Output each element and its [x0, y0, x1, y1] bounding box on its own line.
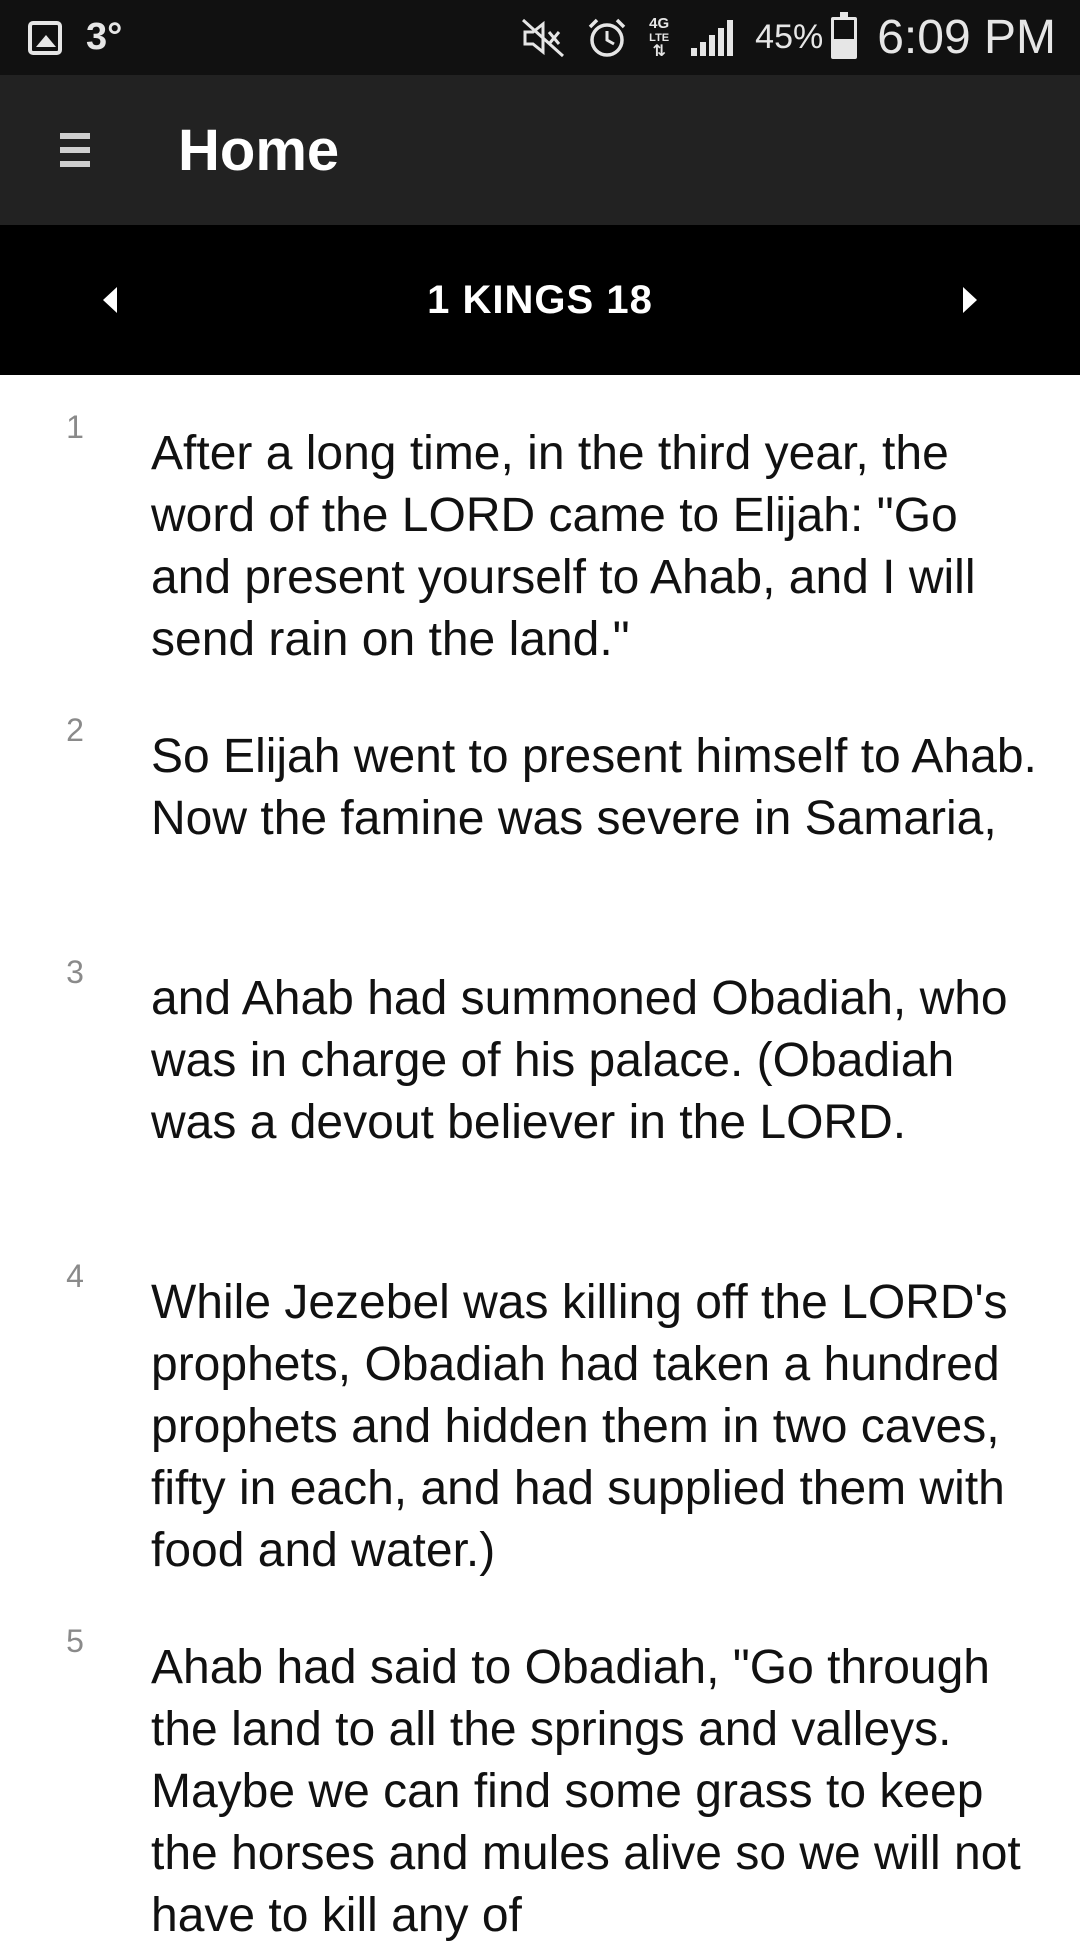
chapter-nav: 1 KINGS 18	[0, 225, 1080, 375]
verse-number: 5	[66, 1623, 84, 1659]
chapter-title[interactable]: 1 KINGS 18	[427, 278, 653, 323]
arrow-left-icon	[103, 287, 117, 313]
mute-icon	[521, 18, 565, 58]
prev-chapter-button[interactable]	[60, 225, 160, 375]
status-bar: 3° 4G LTE ⇅ 45% 6:09 PM	[0, 0, 1080, 75]
verse-number: 4	[66, 1258, 84, 1294]
verse-text: While Jezebel was killing off the LORD's…	[151, 1276, 1008, 1577]
lte-top-label: 4G	[649, 14, 670, 32]
arrow-right-icon	[963, 287, 977, 313]
data-arrows-icon: ⇅	[652, 42, 666, 60]
battery-icon	[831, 11, 858, 59]
app-bar: Home	[0, 75, 1080, 225]
verse-number: 3	[66, 954, 84, 990]
lte-icon: 4G LTE ⇅	[649, 14, 670, 60]
verse-text: So Elijah went to present himself to Aha…	[151, 730, 1037, 845]
battery-fill	[834, 39, 855, 56]
signal-icon	[689, 18, 737, 58]
temperature: 3°	[86, 16, 123, 58]
verse-number: 1	[66, 409, 84, 445]
image-icon	[28, 20, 62, 55]
verse-text: Ahab had said to Obadiah, "Go through th…	[151, 1641, 1021, 1942]
alarm-icon	[585, 16, 629, 60]
verse-text: and Ahab had summoned Obadiah, who was i…	[151, 972, 1008, 1149]
verse-number: 2	[66, 712, 84, 748]
next-chapter-button[interactable]	[920, 225, 1020, 375]
page-title: Home	[178, 117, 340, 183]
clock: 6:09 PM	[877, 11, 1056, 64]
battery-percent: 45%	[755, 18, 824, 56]
status-right: 4G LTE ⇅ 45% 6:09 PM	[501, 10, 1056, 65]
hamburger-menu-icon[interactable]	[60, 133, 90, 167]
status-left: 3°	[28, 16, 122, 59]
verse-text: After a long time, in the third year, th…	[151, 427, 976, 666]
